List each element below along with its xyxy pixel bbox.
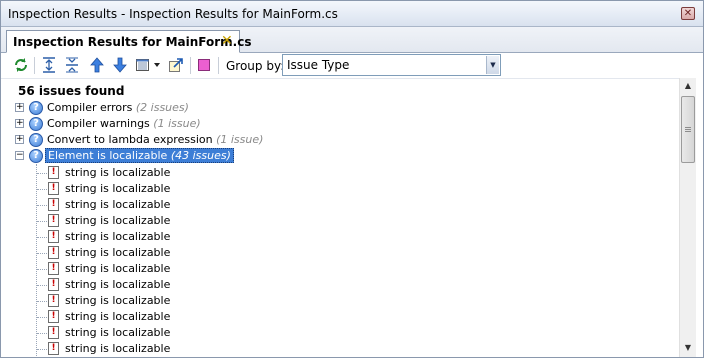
window-title: Inspection Results - Inspection Results … <box>8 7 338 21</box>
issue-row[interactable]: ! string is localizable <box>1 325 679 341</box>
issue-label: string is localizable <box>65 278 171 291</box>
localizable-string-icon: ! <box>48 246 59 259</box>
localizable-string-icon: ! <box>48 182 59 195</box>
issue-row[interactable]: ! string is localizable <box>1 213 679 229</box>
question-icon: ? <box>29 101 43 115</box>
results-tree: 56 issues found + ? Compiler errors (2 i… <box>1 78 679 357</box>
issue-row[interactable]: ! string is localizable <box>1 309 679 325</box>
inspection-results-window: Inspection Results - Inspection Results … <box>0 0 704 358</box>
expand-icon[interactable]: + <box>15 135 24 144</box>
tree-connector <box>37 205 47 206</box>
issue-row[interactable]: ! string is localizable <box>1 245 679 261</box>
toolbar-separator <box>34 57 35 74</box>
expand-icon[interactable]: + <box>15 103 24 112</box>
filter-icon[interactable] <box>196 57 212 73</box>
localizable-string-icon: ! <box>48 198 59 211</box>
localizable-string-icon: ! <box>48 310 59 323</box>
close-window-icon[interactable]: ✕ <box>681 7 695 20</box>
tree-group-row[interactable]: + ? Compiler warnings (1 issue) <box>1 116 679 132</box>
issue-label: string is localizable <box>65 182 171 195</box>
toolbar-separator <box>218 57 219 74</box>
group-by-label: Group by: <box>226 59 285 73</box>
localizable-string-icon: ! <box>48 326 59 339</box>
group-label: Element is localizable (43 issues) <box>45 148 234 163</box>
scroll-up-icon[interactable]: ▲ <box>680 78 696 94</box>
question-icon: ? <box>29 149 43 163</box>
group-label: Compiler warnings (1 issue) <box>47 117 201 130</box>
tree-connector <box>37 349 47 350</box>
issue-label: string is localizable <box>65 246 171 259</box>
issue-label: string is localizable <box>65 310 171 323</box>
issue-label: string is localizable <box>65 326 171 339</box>
group-by-value: Issue Type <box>287 58 350 72</box>
export-dropdown-arrow-icon[interactable] <box>152 57 162 73</box>
issue-row[interactable]: ! string is localizable <box>1 261 679 277</box>
scrollbar-thumb[interactable] <box>681 96 695 163</box>
tab-strip: Inspection Results for MainForm.cs ✕ <box>1 27 703 53</box>
localizable-string-icon: ! <box>48 278 59 291</box>
tree-connector <box>37 285 47 286</box>
question-icon: ? <box>29 133 43 147</box>
issue-label: string is localizable <box>65 214 171 227</box>
tree-connector <box>37 221 47 222</box>
refresh-icon[interactable] <box>13 57 29 73</box>
toolbar: Group by: Issue Type ▼ <box>1 53 703 78</box>
issue-label: string is localizable <box>65 342 171 355</box>
tree-connector <box>37 333 47 334</box>
title-bar: Inspection Results - Inspection Results … <box>1 1 703 27</box>
group-label: Compiler errors (2 issues) <box>47 101 189 114</box>
issue-label: string is localizable <box>65 166 171 179</box>
tab-label: Inspection Results for MainForm.cs <box>13 35 252 49</box>
issue-row[interactable]: ! string is localizable <box>1 277 679 293</box>
collapse-icon[interactable]: − <box>15 151 24 160</box>
question-icon: ? <box>29 117 43 131</box>
issue-row[interactable]: ! string is localizable <box>1 293 679 309</box>
toolbar-separator <box>190 57 191 74</box>
tree-connector <box>37 237 47 238</box>
export-icon[interactable] <box>135 57 151 73</box>
issue-label: string is localizable <box>65 198 171 211</box>
tree-group-row-selected[interactable]: − ? Element is localizable (43 issues) <box>1 148 679 164</box>
tree-group-row[interactable]: + ? Compiler errors (2 issues) <box>1 100 679 116</box>
issues-summary: 56 issues found <box>18 84 125 98</box>
localizable-string-icon: ! <box>48 166 59 179</box>
tab-inspection-results[interactable]: Inspection Results for MainForm.cs ✕ <box>6 30 252 53</box>
expand-icon[interactable]: + <box>15 119 24 128</box>
issue-row[interactable]: ! string is localizable <box>1 341 679 357</box>
localizable-string-icon: ! <box>48 214 59 227</box>
vertical-scrollbar[interactable]: ▲ ▼ <box>679 78 696 357</box>
issue-label: string is localizable <box>65 262 171 275</box>
localizable-string-icon: ! <box>48 262 59 275</box>
tree-connector <box>37 269 47 270</box>
localizable-string-icon: ! <box>48 230 59 243</box>
issue-row[interactable]: ! string is localizable <box>1 165 679 181</box>
tree-connector <box>37 317 47 318</box>
scroll-down-icon[interactable]: ▼ <box>680 340 696 356</box>
tree-connector <box>37 173 47 174</box>
close-tab-icon[interactable]: ✕ <box>221 34 233 48</box>
previous-issue-icon[interactable] <box>89 57 105 73</box>
issue-label: string is localizable <box>65 294 171 307</box>
next-issue-icon[interactable] <box>112 57 128 73</box>
localizable-string-icon: ! <box>48 342 59 355</box>
tree-group-row[interactable]: + ? Convert to lambda expression (1 issu… <box>1 132 679 148</box>
issue-label: string is localizable <box>65 230 171 243</box>
issue-row[interactable]: ! string is localizable <box>1 229 679 245</box>
group-by-select[interactable]: Issue Type ▼ <box>282 54 501 76</box>
issue-row[interactable]: ! string is localizable <box>1 197 679 213</box>
group-label: Convert to lambda expression (1 issue) <box>47 133 264 146</box>
auto-scroll-icon[interactable] <box>168 57 184 73</box>
tree-connector <box>37 253 47 254</box>
expand-all-icon[interactable] <box>64 57 80 73</box>
collapse-all-icon[interactable] <box>41 57 57 73</box>
tree-connector <box>37 189 47 190</box>
issue-row[interactable]: ! string is localizable <box>1 181 679 197</box>
localizable-string-icon: ! <box>48 294 59 307</box>
tree-connector <box>37 301 47 302</box>
chevron-down-icon[interactable]: ▼ <box>486 56 499 74</box>
